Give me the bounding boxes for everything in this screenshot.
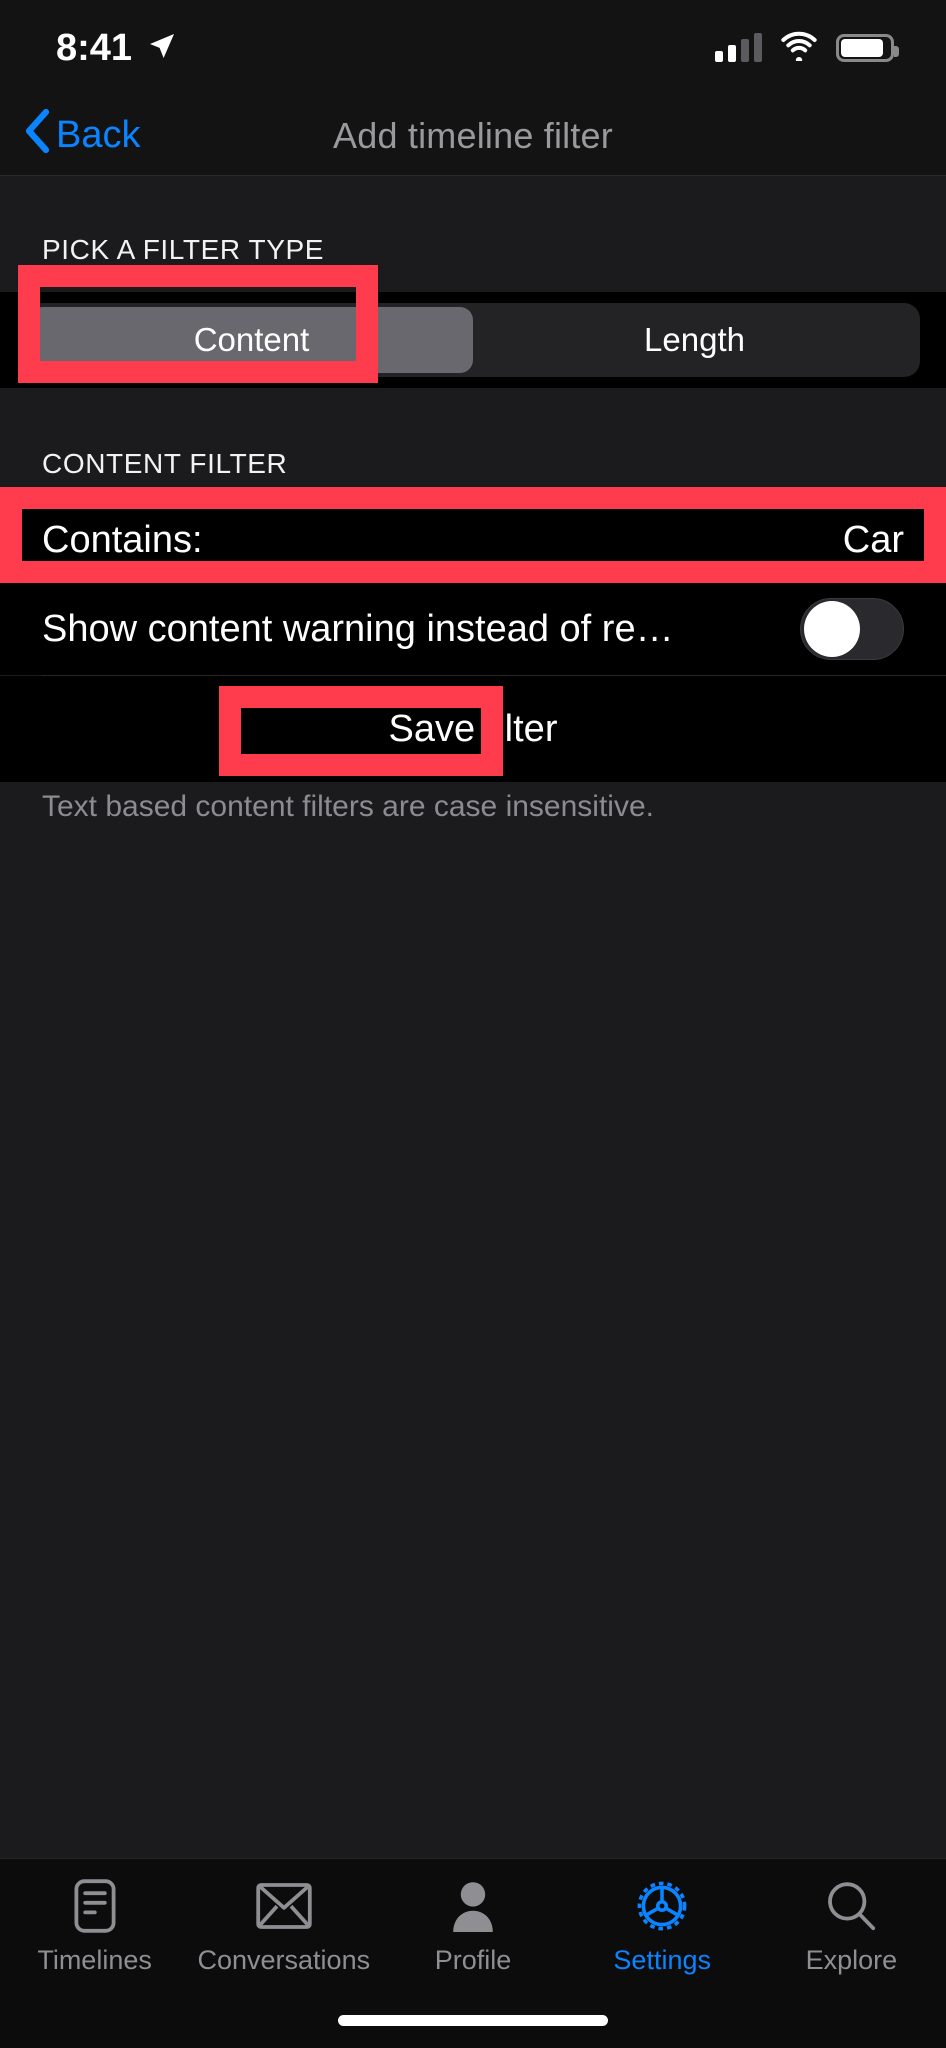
envelope-icon: [255, 1877, 313, 1935]
cellular-bars-icon: [715, 33, 762, 62]
wifi-icon: [779, 31, 819, 66]
content-warning-toggle[interactable]: [800, 598, 904, 660]
tab-label-explore: Explore: [805, 1945, 898, 1975]
filter-type-segmented-control-container: Content Length: [0, 292, 946, 388]
tab-label-settings: Settings: [613, 1945, 711, 1975]
chevron-left-icon: [24, 108, 50, 163]
tab-label-profile: Profile: [434, 1945, 512, 1975]
toggle-knob: [804, 601, 860, 657]
tab-label-conversations: Conversations: [197, 1945, 371, 1975]
magnifier-icon: [824, 1877, 878, 1935]
battery-icon: [836, 34, 899, 62]
phone-screen: 8:41 Back Add timeline filter PICK A FIL…: [0, 0, 946, 2048]
segment-length[interactable]: Length: [473, 307, 916, 373]
contains-row[interactable]: Contains: Car: [0, 498, 946, 582]
filter-type-section-header: PICK A FILTER TYPE: [42, 234, 325, 265]
save-filter-button[interactable]: Save filter: [0, 676, 946, 782]
status-bar-right: [715, 31, 899, 66]
tab-conversations[interactable]: Conversations: [189, 1877, 378, 1976]
contains-row-label: Contains:: [42, 518, 203, 561]
back-button-label: Back: [56, 114, 141, 156]
location-arrow-icon: [146, 30, 178, 67]
tab-profile[interactable]: Profile: [378, 1877, 567, 1976]
content-warning-label: Show content warning instead of re…: [42, 607, 674, 650]
tab-explore[interactable]: Explore: [757, 1877, 946, 1976]
home-indicator[interactable]: [338, 2015, 608, 2026]
filter-type-segmented-control[interactable]: Content Length: [26, 303, 920, 377]
navigation-bar: Back Add timeline filter: [0, 96, 946, 176]
content-filter-section-header: CONTENT FILTER: [42, 448, 288, 479]
gear-icon: [634, 1877, 690, 1935]
save-filter-label: Save filter: [388, 707, 558, 750]
tab-settings[interactable]: Settings: [568, 1877, 757, 1976]
timelines-document-icon: [72, 1877, 118, 1935]
contains-row-value: Car: [842, 518, 904, 561]
page-title: Add timeline filter: [333, 114, 613, 156]
status-time: 8:41: [56, 27, 133, 69]
status-bar: 8:41: [0, 0, 946, 96]
content-warning-row[interactable]: Show content warning instead of re…: [0, 583, 946, 675]
segment-content[interactable]: Content: [30, 307, 473, 373]
status-bar-left: 8:41: [56, 29, 178, 67]
content-filter-footnote: Text based content filters are case inse…: [42, 790, 654, 823]
tab-timelines[interactable]: Timelines: [0, 1877, 189, 1976]
person-icon: [450, 1877, 496, 1935]
back-button[interactable]: Back: [24, 108, 141, 163]
tab-label-timelines: Timelines: [37, 1945, 152, 1975]
